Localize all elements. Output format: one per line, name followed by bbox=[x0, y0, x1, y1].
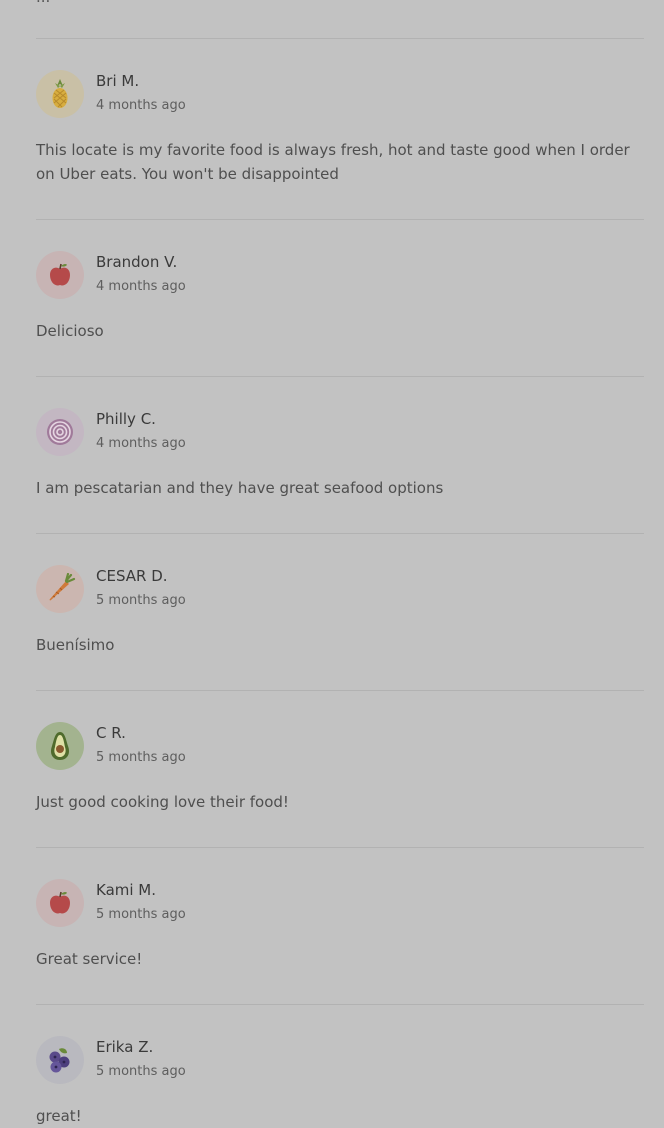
divider bbox=[36, 533, 644, 534]
review-text: Delicioso bbox=[36, 322, 104, 340]
blueberries-icon bbox=[45, 1045, 75, 1075]
reviewer-name[interactable]: Philly C. bbox=[96, 410, 156, 428]
avatar bbox=[36, 722, 84, 770]
avatar bbox=[36, 565, 84, 613]
reviewer-name[interactable]: Brandon V. bbox=[96, 253, 177, 271]
review-text: Just good cooking love their food! bbox=[36, 793, 289, 811]
review-text: Buenísimo bbox=[36, 636, 115, 654]
review-text: great! bbox=[36, 1107, 82, 1125]
onion-icon bbox=[44, 416, 76, 448]
carrot-icon bbox=[44, 573, 76, 605]
apple-icon bbox=[46, 889, 74, 917]
review-date: 5 months ago bbox=[96, 750, 186, 765]
reviewer-name[interactable]: Erika Z. bbox=[96, 1038, 153, 1056]
apple-icon bbox=[46, 261, 74, 289]
divider bbox=[36, 847, 644, 848]
review-text: This locate is my favorite food is alway… bbox=[36, 141, 630, 183]
avatar bbox=[36, 879, 84, 927]
divider bbox=[36, 1004, 644, 1005]
review-text: Great service! bbox=[36, 950, 143, 968]
divider bbox=[36, 376, 644, 377]
review-date: 4 months ago bbox=[96, 98, 186, 113]
avatar bbox=[36, 70, 84, 118]
previous-review-text-fragment: ... bbox=[36, 0, 50, 6]
reviewer-name[interactable]: Kami M. bbox=[96, 881, 156, 899]
avatar bbox=[36, 408, 84, 456]
reviewer-name[interactable]: C R. bbox=[96, 724, 126, 742]
review-date: 5 months ago bbox=[96, 1064, 186, 1079]
review-date: 4 months ago bbox=[96, 279, 186, 294]
divider bbox=[36, 690, 644, 691]
avocado-icon bbox=[48, 730, 72, 762]
pineapple-icon bbox=[45, 77, 75, 111]
review-text: I am pescatarian and they have great sea… bbox=[36, 479, 444, 497]
review-date: 4 months ago bbox=[96, 436, 186, 451]
avatar bbox=[36, 1036, 84, 1084]
reviewer-name[interactable]: CESAR D. bbox=[96, 567, 168, 585]
review-date: 5 months ago bbox=[96, 593, 186, 608]
divider bbox=[36, 219, 644, 220]
reviewer-name[interactable]: Bri M. bbox=[96, 72, 139, 90]
review-date: 5 months ago bbox=[96, 907, 186, 922]
avatar bbox=[36, 251, 84, 299]
divider bbox=[36, 38, 644, 39]
